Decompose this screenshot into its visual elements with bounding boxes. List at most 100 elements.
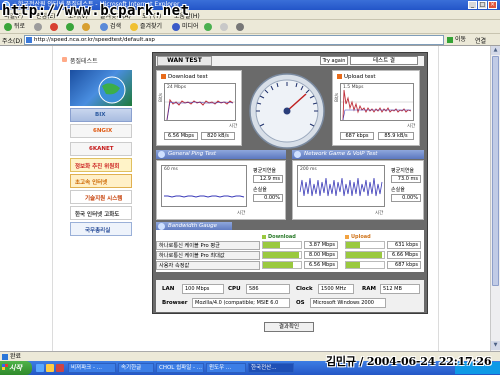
mail-button[interactable] — [220, 22, 230, 32]
banner-internet[interactable]: 한국 인터넷 고화도 — [70, 206, 132, 220]
back-button[interactable]: 뒤로 — [4, 22, 25, 32]
banner-pm-office-label: 국무총리실 — [85, 228, 111, 234]
folder-quicklaunch-icon[interactable] — [46, 364, 54, 372]
lan-value: 100 Mbps — [182, 284, 224, 294]
general-ping-avg-value: 12.9 ms — [253, 175, 283, 183]
task-item-1[interactable]: 비져파크 - ... — [68, 363, 116, 373]
upload-x-label: 시간 — [407, 124, 416, 129]
back-label: 뒤로 — [14, 23, 26, 30]
media-label: 미디어 — [182, 23, 199, 30]
general-ping-loss-value: 0.00% — [253, 194, 283, 202]
banner-broadband-label: 초고속 인터넷 — [75, 180, 108, 186]
address-url: http://speed.nca.or.kr/speedtest/default… — [34, 37, 155, 43]
bandwidth-row-label: 사용자 속정값 — [156, 261, 260, 270]
clock-key: Clock — [296, 286, 313, 292]
vertical-scrollbar[interactable]: ▲ ▼ — [490, 46, 500, 351]
star-icon — [130, 23, 138, 31]
upload-bar-fill — [346, 252, 383, 258]
upload-graph — [341, 89, 413, 120]
go-button[interactable]: 이동 — [447, 35, 466, 45]
refresh-icon — [66, 23, 74, 31]
media-button[interactable]: 미디어 — [172, 22, 199, 32]
banner-6ngix[interactable]: 6NGIX — [70, 124, 132, 138]
banner-committee[interactable]: 정보화 추진 위원회 — [70, 158, 132, 172]
task-item-2[interactable]: 속기한글 — [118, 363, 154, 373]
banner-support[interactable]: 기술지원 시스템 — [70, 190, 132, 204]
upload-bar-value: 631 kbps — [387, 241, 421, 249]
banner-pm-office[interactable]: 국무총리실 — [70, 222, 132, 236]
page-left-border — [52, 46, 53, 351]
home-icon — [82, 23, 90, 31]
forward-button[interactable] — [34, 22, 44, 32]
print-icon — [236, 23, 244, 31]
scroll-down-arrow-icon[interactable]: ▼ — [491, 341, 500, 350]
favorites-button[interactable]: 즐겨찾기 — [130, 22, 162, 32]
task-item-4[interactable]: 윈도우 ... — [206, 363, 246, 373]
page-right-border — [438, 46, 439, 351]
download-bar-fill — [263, 262, 294, 268]
browser-value: Mozilla/4.0 (compatible; MSIE 6.0 — [192, 298, 290, 308]
close-button[interactable]: × — [488, 1, 497, 9]
banner-globe-image[interactable] — [70, 70, 132, 106]
download-title: Download test — [161, 74, 208, 80]
history-button[interactable] — [204, 22, 214, 32]
stop-button[interactable] — [50, 22, 60, 32]
search-icon — [100, 23, 108, 31]
upload-bar-fill — [346, 242, 360, 248]
bandwidth-row-label: 하나로통신 케이블 Pro 평균 — [156, 241, 260, 250]
ie-quicklaunch-icon[interactable] — [36, 364, 44, 372]
game-ping-x-label: 시간 — [375, 211, 384, 216]
refresh-button[interactable] — [66, 22, 76, 32]
game-ping-header: Network Game & VoIP Test — [292, 150, 424, 159]
media-quicklaunch-icon[interactable] — [56, 364, 64, 372]
banner-bix[interactable]: BIX — [70, 108, 132, 122]
game-ping-loss-label: 손실율 — [391, 187, 405, 193]
home-button[interactable] — [82, 22, 92, 32]
banner-broadband[interactable]: 초고속 인터넷 — [70, 174, 132, 188]
download-bar-value: 6.56 Mbps — [304, 261, 338, 269]
game-ping-loss-value: 0.00% — [391, 194, 421, 202]
os-key: OS — [296, 300, 305, 306]
upload-title: Upload test — [337, 74, 376, 80]
download-x-label: 시간 — [229, 124, 238, 129]
tab-wan-test[interactable]: WAN TEST — [157, 56, 212, 66]
print-button[interactable] — [236, 22, 246, 32]
maximize-button[interactable]: □ — [478, 1, 487, 9]
scrollbar-thumb[interactable] — [492, 56, 499, 286]
search-button[interactable]: 검색 — [100, 22, 121, 32]
bandwidth-download-header: Download — [262, 234, 296, 240]
game-ping-panel: 200 ms 시간 평균지연율 73.0 ms 손실율 0.00% — [292, 160, 424, 220]
upload-kbps-value: 687 kbps — [340, 132, 374, 140]
download-plot: 24 Mbps — [164, 83, 236, 121]
start-button[interactable]: 시작 — [0, 361, 32, 375]
media-icon — [172, 23, 180, 31]
banner-6kanet[interactable]: 6KANET — [70, 142, 132, 156]
address-input[interactable]: http://speed.nca.or.kr/speedtest/default… — [24, 35, 444, 45]
task-item-3[interactable]: CHOL 쉽파일 - ... — [156, 363, 204, 373]
toolbar: 뒤로 검색 즐겨찾기 미디어 — [0, 20, 500, 34]
result-check-button[interactable]: 결과확인 — [264, 322, 314, 332]
lan-key: LAN — [162, 286, 175, 292]
links-button[interactable]: 연결 — [475, 36, 486, 45]
banner-internet-label: 한국 인터넷 고화도 — [75, 212, 120, 218]
general-ping-x-label: 시간 — [237, 211, 246, 216]
game-ping-avg-value: 73.0 ms — [391, 175, 421, 183]
download-bar-track — [262, 261, 302, 269]
upload-kbs-value: 85.9 kB/s — [378, 132, 414, 140]
upload-bar-track — [345, 251, 385, 259]
history-icon — [204, 23, 212, 31]
task-item-5[interactable]: 한국전산... — [248, 363, 294, 373]
browser-key: Browser — [162, 300, 188, 306]
address-bar: 주소(D) http://speed.nca.or.kr/speedtest/d… — [0, 34, 500, 46]
general-ping-loss-label: 손실율 — [253, 187, 267, 193]
try-again-button[interactable]: Try again — [320, 56, 348, 65]
minimize-button[interactable]: _ — [468, 1, 477, 9]
upload-bar-fill — [346, 262, 361, 268]
scroll-up-arrow-icon[interactable]: ▲ — [491, 46, 500, 55]
clock-value: 1500 MHz — [318, 284, 354, 294]
download-bar-value: 3.87 Mbps — [304, 241, 338, 249]
banner-support-label: 기술지원 시스템 — [85, 196, 123, 202]
general-ping-header: General Ping Test — [156, 150, 286, 159]
download-bar-track — [262, 251, 302, 259]
banner-6ngix-label: 6NGIX — [93, 128, 113, 134]
